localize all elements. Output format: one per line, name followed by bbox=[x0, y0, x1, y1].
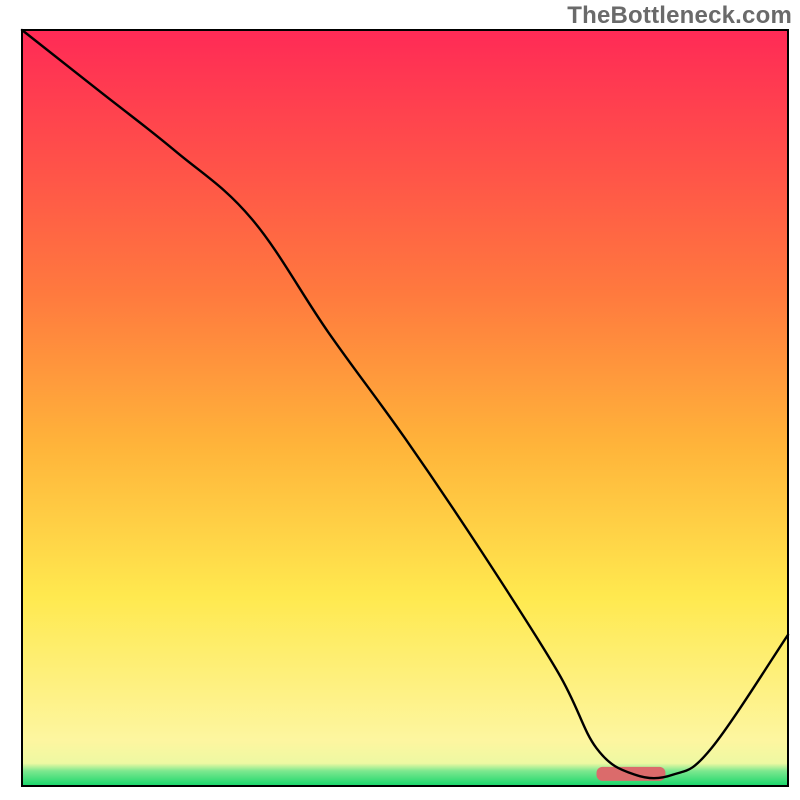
plot-background bbox=[22, 30, 788, 786]
chart-svg bbox=[0, 0, 800, 800]
bottleneck-chart: TheBottleneck.com bbox=[0, 0, 800, 800]
